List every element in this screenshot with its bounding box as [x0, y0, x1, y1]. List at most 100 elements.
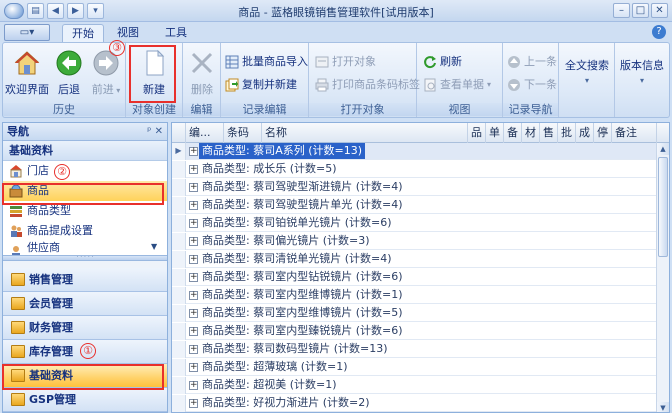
column-header[interactable]: 批 [558, 123, 576, 143]
nav-module-member[interactable]: 会员管理 [3, 292, 167, 316]
version-info-button[interactable]: 版本信息 ▾ [616, 47, 668, 97]
table-row[interactable]: ▶ + 商品类型: 蔡司A系列 (计数=13) [172, 143, 657, 160]
nav-module-label: GSP管理 [29, 393, 77, 406]
maximize-icon[interactable]: □ [632, 3, 649, 18]
row-indicator[interactable] [172, 377, 186, 394]
row-indicator[interactable] [172, 251, 186, 268]
table-row[interactable]: + 商品类型: 蔡司室内型维博镜片 (计数=1) [172, 287, 657, 304]
delete-button[interactable]: 删除 [186, 47, 218, 97]
row-indicator[interactable]: ▶ [172, 143, 186, 160]
tab-tools[interactable]: 工具 [158, 24, 194, 42]
column-header[interactable]: 编... [186, 123, 224, 143]
expand-plus-icon[interactable]: + [189, 237, 198, 246]
table-row[interactable]: + 商品类型: 好视力渐进片 (计数=2) [172, 395, 657, 412]
view-doc-button[interactable]: 查看单据 ▾ [423, 76, 491, 94]
table-row[interactable]: + 商品类型: 蔡司驾驶型镜片单光 (计数=4) [172, 197, 657, 214]
row-indicator[interactable] [172, 161, 186, 178]
tab-home[interactable]: 开始 [62, 24, 104, 42]
nav-pin-close-icons[interactable]: ᵖ ✕ [147, 123, 163, 140]
row-indicator[interactable] [172, 179, 186, 196]
fulltext-search-button[interactable]: 全文搜索 ▾ [561, 47, 613, 97]
expand-plus-icon[interactable]: + [189, 165, 198, 174]
expand-plus-icon[interactable]: + [189, 327, 198, 336]
vertical-scrollbar[interactable]: ▲ ▼ [656, 143, 669, 412]
row-indicator[interactable] [172, 305, 186, 322]
print-barcode-button[interactable]: 打印商品条码标签 [315, 76, 420, 94]
table-row[interactable]: + 商品类型: 蔡司室内型臻锐镜片 (计数=6) [172, 323, 657, 340]
copy-new-button[interactable]: 复制并新建 [225, 76, 297, 94]
expand-plus-icon[interactable]: + [189, 183, 198, 192]
column-header[interactable]: 停 [594, 123, 612, 143]
title-bar: ▤ ◀ ▶ ▾ 商品 - 蓝格眼镜销售管理软件[试用版本] – □ ✕ [0, 0, 672, 22]
chevron-down-icon[interactable]: ▼ [151, 242, 157, 251]
expand-plus-icon[interactable]: + [189, 345, 198, 354]
column-header[interactable]: 备 [504, 123, 522, 143]
row-indicator[interactable] [172, 323, 186, 340]
nav-item-commission[interactable]: 商品提成设置 [3, 221, 167, 241]
expand-plus-icon[interactable]: + [189, 147, 198, 156]
column-header[interactable]: 条码 [224, 123, 262, 143]
expand-plus-icon[interactable]: + [189, 309, 198, 318]
table-row[interactable]: + 商品类型: 蔡司驾驶型渐进镜片 (计数=4) [172, 179, 657, 196]
table-row[interactable]: + 商品类型: 超薄玻璃 (计数=1) [172, 359, 657, 376]
down-arrow-icon [507, 78, 521, 92]
table-row[interactable]: + 商品类型: 蔡司室内型维博镜片 (计数=5) [172, 305, 657, 322]
nav-module-gsp[interactable]: GSP管理 [3, 388, 167, 412]
help-icon[interactable]: ? [652, 25, 666, 39]
group-row-text: 商品类型: 超视美 (计数=1) [202, 378, 337, 391]
row-indicator[interactable] [172, 287, 186, 304]
back-button[interactable]: 后退 [51, 47, 87, 97]
scroll-thumb[interactable] [658, 157, 668, 257]
open-object-button[interactable]: 打开对象 [315, 53, 376, 71]
scroll-up-icon[interactable]: ▲ [657, 143, 669, 155]
batch-import-button[interactable]: 批量商品导入 [225, 53, 308, 71]
minimize-icon[interactable]: – [613, 3, 630, 18]
row-indicator[interactable] [172, 269, 186, 286]
table-row[interactable]: + 商品类型: 蔡司数码型镜片 (计数=13) [172, 341, 657, 358]
refresh-button[interactable]: 刷新 [423, 53, 462, 71]
nav-item-label: 商品提成设置 [27, 224, 93, 237]
column-header[interactable]: 备注 [612, 123, 657, 143]
expand-plus-icon[interactable]: + [189, 201, 198, 210]
table-row[interactable]: + 商品类型: 蔡司偏光镜片 (计数=3) [172, 233, 657, 250]
nav-item-supplier[interactable]: 供应商 [3, 241, 167, 255]
file-menu-button[interactable]: ▭▾ [4, 24, 50, 41]
row-indicator[interactable] [172, 215, 186, 232]
row-indicator[interactable] [172, 341, 186, 358]
column-header[interactable]: 名称 [262, 123, 468, 143]
table-row[interactable]: + 商品类型: 超视美 (计数=1) [172, 377, 657, 394]
nav-module-finance[interactable]: 财务管理 [3, 316, 167, 340]
close-icon[interactable]: ✕ [651, 3, 668, 18]
chevron-down-icon: ▾ [639, 76, 644, 85]
expand-plus-icon[interactable]: + [189, 219, 198, 228]
expand-plus-icon[interactable]: + [189, 399, 198, 408]
table-row[interactable]: + 商品类型: 蔡司铂锐单光镜片 (计数=6) [172, 215, 657, 232]
table-row[interactable]: + 商品类型: 蔡司清锐单光镜片 (计数=4) [172, 251, 657, 268]
expand-plus-icon[interactable]: + [189, 255, 198, 264]
row-indicator[interactable] [172, 233, 186, 250]
nav-item-store[interactable]: 门店 [3, 161, 167, 181]
expand-plus-icon[interactable]: + [189, 381, 198, 390]
expand-plus-icon[interactable]: + [189, 273, 198, 282]
welcome-button[interactable]: 欢迎界面 [5, 47, 49, 97]
scroll-down-icon[interactable]: ▼ [657, 402, 669, 412]
product-grid: 编... 条码 名称 品 单 备 材 售 批 成 停 备注 ▶ + 商品类型: 蔡司… [171, 122, 670, 413]
prev-record-button[interactable]: 上一条 [507, 53, 557, 71]
column-header[interactable]: 材 [522, 123, 540, 143]
group-record-edit: 批量商品导入 复制并新建 记录编辑 [221, 43, 309, 117]
expand-plus-icon[interactable]: + [189, 363, 198, 372]
column-header[interactable]: 成 [576, 123, 594, 143]
up-arrow-icon [507, 55, 521, 69]
next-record-button[interactable]: 下一条 [507, 76, 557, 94]
column-header[interactable]: 单 [486, 123, 504, 143]
delete-x-icon [188, 49, 216, 77]
row-indicator[interactable] [172, 395, 186, 412]
row-indicator[interactable] [172, 359, 186, 376]
table-row[interactable]: + 商品类型: 成长乐 (计数=5) [172, 161, 657, 178]
row-indicator[interactable] [172, 197, 186, 214]
table-row[interactable]: + 商品类型: 蔡司室内型钻锐镜片 (计数=6) [172, 269, 657, 286]
column-header[interactable]: 品 [468, 123, 486, 143]
expand-plus-icon[interactable]: + [189, 291, 198, 300]
column-header[interactable]: 售 [540, 123, 558, 143]
nav-module-sales[interactable]: 销售管理 [3, 268, 167, 292]
